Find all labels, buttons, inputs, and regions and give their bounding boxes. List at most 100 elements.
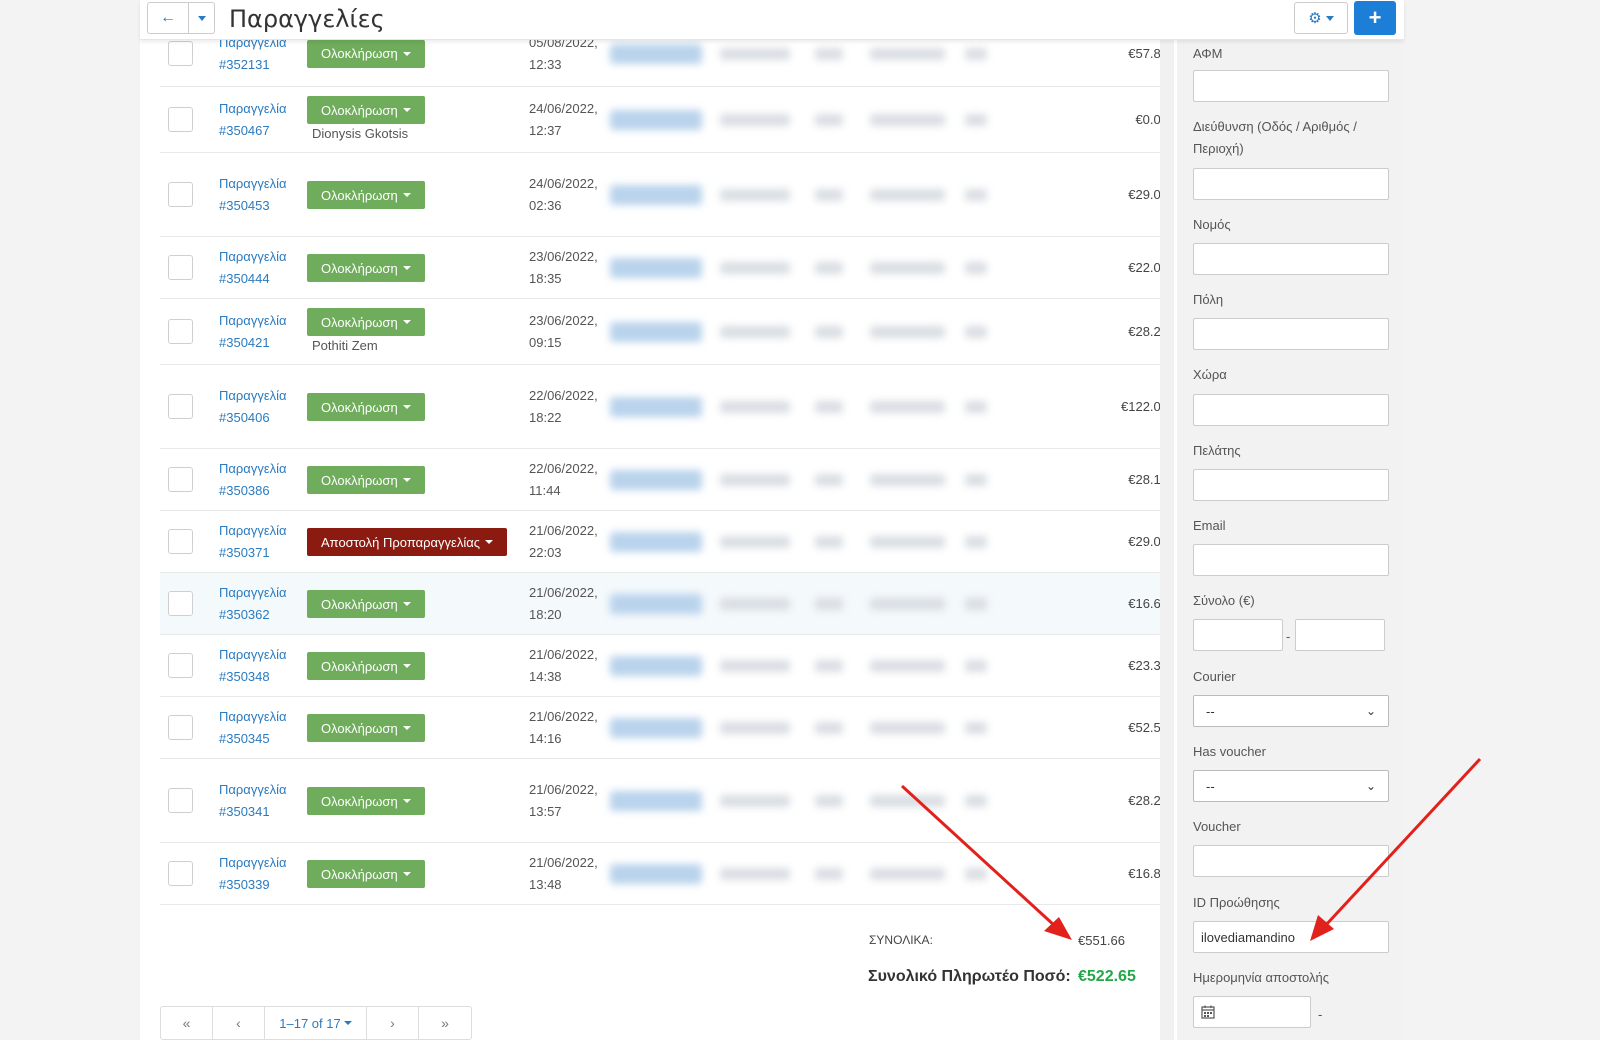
redacted-cell bbox=[815, 262, 843, 274]
table-row[interactable]: Παραγγελία #350341 Ολοκλήρωση 21/06/2022, 13… bbox=[160, 759, 1170, 843]
order-link[interactable]: Παραγγελία #350386 bbox=[219, 458, 287, 502]
table-row[interactable]: Παραγγελία #350467 Ολοκλήρωση Dionysis Gkot… bbox=[160, 87, 1170, 153]
email-input[interactable] bbox=[1193, 544, 1389, 576]
status-dropdown[interactable]: Ολοκλήρωση bbox=[307, 652, 425, 680]
order-link[interactable]: Παραγγελία #350444 bbox=[219, 246, 287, 290]
status-dropdown[interactable]: Αποστολή Προπαραγγελίας bbox=[307, 528, 507, 556]
row-checkbox[interactable] bbox=[168, 107, 193, 132]
table-row[interactable]: Παραγγελία #350348 Ολοκλήρωση 21/06/2022, 14… bbox=[160, 635, 1170, 697]
status-dropdown[interactable]: Ολοκλήρωση bbox=[307, 254, 425, 282]
table-scrollbar[interactable] bbox=[1160, 40, 1174, 1040]
row-checkbox[interactable] bbox=[168, 529, 193, 554]
table-row[interactable]: Παραγγελία #350362 Ολοκλήρωση 21/06/2022, 18… bbox=[160, 573, 1170, 635]
status-dropdown[interactable]: Ολοκλήρωση bbox=[307, 96, 425, 124]
status-dropdown[interactable]: Ολοκλήρωση bbox=[307, 39, 425, 68]
total-range-label: Σύνολο (€) bbox=[1193, 593, 1255, 608]
voucher-input[interactable] bbox=[1193, 845, 1389, 877]
table-row[interactable]: Παραγγελία #350371 Αποστολή Προπαραγγελίας… bbox=[160, 511, 1170, 573]
next-page-button[interactable]: › bbox=[367, 1007, 419, 1039]
total-to-input[interactable] bbox=[1295, 619, 1385, 651]
order-date: 21/06/2022, 22:03 bbox=[529, 520, 598, 564]
row-checkbox[interactable] bbox=[168, 788, 193, 813]
order-link[interactable]: Παραγγελία #350371 bbox=[219, 520, 287, 564]
row-checkbox[interactable] bbox=[168, 255, 193, 280]
first-page-button[interactable]: « bbox=[161, 1007, 213, 1039]
table-row[interactable]: Παραγγελία #350444 Ολοκλήρωση 23/06/2022, 18… bbox=[160, 237, 1170, 299]
afm-input[interactable] bbox=[1193, 70, 1389, 102]
order-date-day: 21/06/2022, bbox=[529, 855, 598, 870]
last-page-button[interactable]: » bbox=[419, 1007, 471, 1039]
table-row[interactable]: Παραγγελία #350421 Ολοκλήρωση Pothiti Zem 23… bbox=[160, 299, 1170, 365]
courier-select[interactable]: -- ⌄ bbox=[1193, 695, 1389, 727]
order-date-day: 22/06/2022, bbox=[529, 461, 598, 476]
redacted-cell bbox=[965, 598, 987, 610]
total-from-input[interactable] bbox=[1193, 619, 1283, 651]
chevron-down-icon bbox=[402, 602, 411, 606]
redacted-cell bbox=[870, 660, 945, 672]
order-link-label: Παραγγελία bbox=[219, 249, 287, 264]
redacted-cell bbox=[870, 868, 945, 880]
has-voucher-select[interactable]: -- ⌄ bbox=[1193, 770, 1389, 802]
status-dropdown[interactable]: Ολοκλήρωση bbox=[307, 393, 425, 421]
row-checkbox[interactable] bbox=[168, 319, 193, 344]
status-dropdown[interactable]: Ολοκλήρωση bbox=[307, 860, 425, 888]
status-dropdown[interactable]: Ολοκλήρωση bbox=[307, 590, 425, 618]
status-dropdown[interactable]: Ολοκλήρωση bbox=[307, 308, 425, 336]
order-number: #350339 bbox=[219, 877, 270, 892]
order-total: €23.31 bbox=[1128, 658, 1168, 673]
row-checkbox[interactable] bbox=[168, 40, 193, 66]
address-input[interactable] bbox=[1193, 168, 1389, 200]
promo-id-input[interactable]: ilovediamandino bbox=[1193, 921, 1389, 953]
settings-button[interactable]: ⚙ bbox=[1294, 2, 1348, 34]
row-checkbox[interactable] bbox=[168, 653, 193, 678]
chevron-down-icon bbox=[402, 664, 411, 668]
order-link[interactable]: Παραγγελία #350339 bbox=[219, 852, 287, 896]
status-dropdown[interactable]: Ολοκλήρωση bbox=[307, 714, 425, 742]
status-label: Ολοκλήρωση bbox=[321, 793, 398, 809]
back-button[interactable]: ← bbox=[147, 2, 189, 34]
table-row[interactable]: Παραγγελία #350406 Ολοκλήρωση 22/06/2022, 18… bbox=[160, 365, 1170, 449]
order-link-label: Παραγγελία bbox=[219, 388, 287, 403]
table-row[interactable]: Παραγγελία #350339 Ολοκλήρωση 21/06/2022, 13… bbox=[160, 843, 1170, 905]
order-link[interactable]: Παραγγελία #350345 bbox=[219, 706, 287, 750]
top-bar: ← Παραγγελίες ⚙ + bbox=[140, 0, 1404, 40]
customer-input[interactable] bbox=[1193, 469, 1389, 501]
row-checkbox[interactable] bbox=[168, 861, 193, 886]
order-link[interactable]: Παραγγελία #350362 bbox=[219, 582, 287, 626]
prefecture-input[interactable] bbox=[1193, 243, 1389, 275]
courier-label: Courier bbox=[1193, 669, 1236, 684]
order-link[interactable]: Παραγγελία #350341 bbox=[219, 779, 287, 823]
order-link[interactable]: Παραγγελία #350467 bbox=[219, 98, 287, 142]
city-input[interactable] bbox=[1193, 318, 1389, 350]
redacted-cell bbox=[815, 598, 843, 610]
status-dropdown[interactable]: Ολοκλήρωση bbox=[307, 466, 425, 494]
order-link[interactable]: Παραγγελία #350453 bbox=[219, 173, 287, 217]
back-dropdown-button[interactable] bbox=[189, 2, 215, 34]
table-row[interactable]: Παραγγελία #350386 Ολοκλήρωση 22/06/2022, 11… bbox=[160, 449, 1170, 511]
country-input[interactable] bbox=[1193, 394, 1389, 426]
redacted-cell bbox=[610, 718, 702, 738]
order-link[interactable]: Παραγγελία #350421 bbox=[219, 310, 287, 354]
row-checkbox[interactable] bbox=[168, 715, 193, 740]
order-number: #350371 bbox=[219, 545, 270, 560]
row-checkbox[interactable] bbox=[168, 591, 193, 616]
redacted-cell bbox=[720, 262, 790, 274]
redacted-cell bbox=[610, 397, 702, 417]
table-row[interactable]: Παραγγελία #350453 Ολοκλήρωση 24/06/2022, 02… bbox=[160, 153, 1170, 237]
order-link[interactable]: Παραγγελία #350348 bbox=[219, 644, 287, 688]
page-select[interactable]: 1–17 of 17 bbox=[265, 1007, 367, 1039]
status-dropdown[interactable]: Ολοκλήρωση bbox=[307, 181, 425, 209]
country-label: Χώρα bbox=[1193, 367, 1227, 382]
order-link[interactable]: Παραγγελία #350406 bbox=[219, 385, 287, 429]
row-checkbox[interactable] bbox=[168, 394, 193, 419]
add-order-button[interactable]: + bbox=[1354, 1, 1396, 35]
status-dropdown[interactable]: Ολοκλήρωση bbox=[307, 787, 425, 815]
row-checkbox[interactable] bbox=[168, 467, 193, 492]
prev-page-button[interactable]: ‹ bbox=[213, 1007, 265, 1039]
row-checkbox[interactable] bbox=[168, 182, 193, 207]
redacted-cell bbox=[720, 474, 790, 486]
table-row[interactable]: Παραγγελία #350345 Ολοκλήρωση 21/06/2022, 14… bbox=[160, 697, 1170, 759]
ship-date-from-input[interactable] bbox=[1193, 996, 1311, 1028]
order-date-time: 11:44 bbox=[529, 483, 561, 498]
order-total: €16.85 bbox=[1128, 866, 1168, 881]
